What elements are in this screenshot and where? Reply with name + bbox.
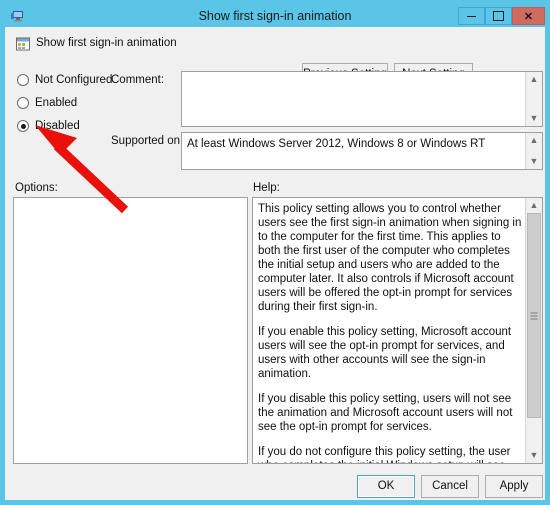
supported-on-scrollbar[interactable]: ▲ ▼	[525, 133, 542, 169]
help-scroll-thumb[interactable]	[527, 213, 541, 418]
scroll-up-icon[interactable]: ▲	[526, 72, 542, 87]
policy-setting-icon	[15, 36, 31, 52]
supported-on-field[interactable]: At least Windows Server 2012, Windows 8 …	[181, 132, 543, 170]
scroll-grip-icon	[530, 312, 538, 319]
help-paragraph: If you do not configure this policy sett…	[258, 446, 511, 463]
help-scrollbar[interactable]: ▲ ▼	[525, 198, 542, 463]
radio-not-configured-mark	[17, 74, 29, 86]
title-bar: Show first sign-in animation ✕	[5, 5, 545, 27]
radio-not-configured-label: Not Configured	[35, 74, 113, 86]
help-paragraph: This policy setting allows you to contro…	[258, 203, 522, 313]
supported-on-label: Supported on:	[111, 135, 184, 147]
comment-scroll-track[interactable]	[526, 87, 542, 111]
supported-on-value: At least Windows Server 2012, Windows 8 …	[187, 138, 486, 150]
help-panel: This policy setting allows you to contro…	[252, 197, 543, 464]
options-label: Options:	[15, 182, 58, 194]
help-scroll-track[interactable]	[526, 213, 542, 448]
scroll-down-icon[interactable]: ▼	[526, 448, 542, 463]
scroll-down-icon[interactable]: ▼	[526, 154, 542, 169]
radio-enabled[interactable]: Enabled	[17, 97, 77, 109]
comment-input[interactable]: ▲ ▼	[181, 71, 543, 127]
comment-label: Comment:	[111, 74, 165, 86]
scroll-up-icon[interactable]: ▲	[526, 198, 542, 213]
radio-disabled[interactable]: Disabled	[17, 120, 80, 132]
help-paragraph: If you disable this policy setting, user…	[258, 393, 513, 433]
radio-not-configured[interactable]: Not Configured	[17, 74, 112, 86]
policy-computer-icon	[10, 8, 26, 24]
setting-name-label: Show first sign-in animation	[36, 37, 177, 49]
ok-button[interactable]: OK	[357, 475, 415, 498]
help-content: This policy setting allows you to contro…	[258, 202, 522, 463]
scroll-up-icon[interactable]: ▲	[526, 133, 542, 148]
close-button[interactable]: ✕	[512, 7, 545, 25]
options-panel[interactable]	[13, 197, 248, 464]
maximize-icon	[493, 11, 504, 21]
minimize-button[interactable]	[458, 7, 485, 25]
help-label: Help:	[253, 182, 280, 194]
radio-disabled-label: Disabled	[35, 120, 80, 132]
comment-scrollbar[interactable]: ▲ ▼	[525, 72, 542, 126]
radio-enabled-label: Enabled	[35, 97, 78, 109]
cancel-button[interactable]: Cancel	[421, 475, 479, 498]
minimize-icon	[467, 15, 476, 17]
help-paragraph: If you enable this policy setting, Micro…	[258, 326, 512, 380]
radio-enabled-mark	[17, 97, 29, 109]
supported-scroll-track[interactable]	[526, 148, 542, 154]
radio-disabled-mark	[17, 120, 29, 132]
setting-header: Show first sign-in animation Previous Se…	[5, 27, 545, 85]
group-policy-setting-dialog: Show first sign-in animation ✕ Show firs…	[0, 0, 550, 505]
maximize-button[interactable]	[485, 7, 512, 25]
apply-button[interactable]: Apply	[485, 475, 543, 498]
scroll-down-icon[interactable]: ▼	[526, 111, 542, 126]
